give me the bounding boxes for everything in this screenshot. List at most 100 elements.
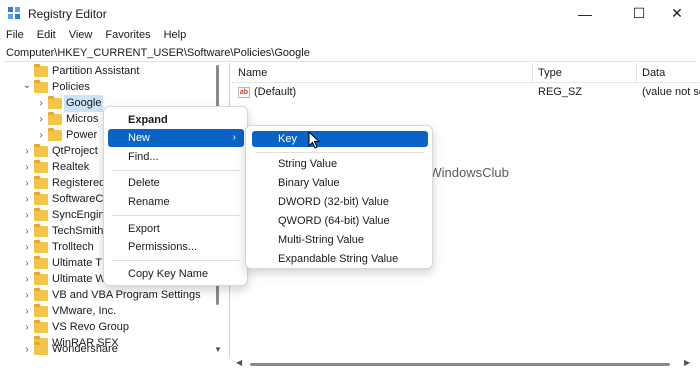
menu-item-new[interactable]: New › — [108, 129, 244, 147]
collapse-chevron-icon[interactable]: ⌄ — [22, 77, 32, 94]
menu-help[interactable]: Help — [164, 27, 195, 45]
expand-chevron-icon[interactable]: › — [36, 95, 46, 112]
tree-item-label: Policies — [52, 81, 90, 93]
expand-chevron-icon[interactable]: › — [22, 239, 32, 256]
tree-item-label: VB and VBA Program Settings — [52, 289, 201, 301]
scrollbar-thumb[interactable] — [250, 363, 670, 366]
expand-chevron-icon[interactable]: › — [22, 303, 32, 320]
value-row[interactable]: ab (Default) REG_SZ (value not se — [232, 84, 700, 101]
tree-item-label: QtProject — [52, 145, 98, 157]
scroll-left-arrow-icon[interactable]: ◀ — [236, 358, 242, 367]
menu-divider — [112, 215, 240, 216]
tree-item-label: SyncEngin — [52, 209, 105, 221]
menu-divider — [112, 170, 240, 171]
menu-favorites[interactable]: Favorites — [105, 27, 158, 45]
menu-item-copy-key-name[interactable]: Copy Key Name — [108, 265, 244, 283]
tree-item-label: Ultimate T — [52, 257, 102, 269]
mouse-pointer-icon — [308, 131, 321, 149]
expand-chevron-icon[interactable]: › — [22, 143, 32, 160]
tree-item-label: Realtek — [52, 161, 90, 173]
list-horizontal-scrollbar[interactable]: ◀ ▶ — [232, 357, 700, 371]
submenu-item-binary-value[interactable]: Binary Value — [252, 175, 428, 191]
folder-icon — [48, 128, 62, 141]
scroll-down-arrow-icon[interactable]: ▼ — [214, 345, 222, 354]
expand-chevron-icon[interactable]: › — [36, 127, 46, 144]
expand-chevron-icon[interactable]: › — [22, 159, 32, 176]
submenu-item-key[interactable]: Key — [252, 131, 428, 147]
tree-item-label: Registered — [52, 177, 106, 189]
tree-item[interactable]: Partition Assistant — [4, 63, 214, 80]
submenu-item-expandable-string-value[interactable]: Expandable String Value — [252, 251, 428, 267]
submenu-item-multi-string-value[interactable]: Multi-String Value — [252, 232, 428, 248]
folder-icon — [34, 80, 48, 93]
folder-icon — [48, 96, 62, 109]
folder-icon — [34, 304, 48, 317]
tree-item[interactable]: › VB and VBA Program Settings — [4, 287, 214, 304]
expand-chevron-icon[interactable]: › — [22, 223, 32, 240]
maximize-icon: ☐ — [632, 5, 646, 21]
tree-item-label: VS Revo Group — [52, 321, 130, 333]
folder-icon — [34, 160, 48, 173]
tree-item-label: Trolltech — [52, 241, 94, 253]
tree-item-label: Power — [66, 129, 98, 141]
column-header-data[interactable]: Data — [636, 63, 700, 83]
expand-chevron-icon[interactable]: › — [22, 207, 32, 224]
folder-icon — [34, 144, 48, 157]
folder-icon — [34, 208, 48, 221]
expand-chevron-icon[interactable]: › — [22, 191, 32, 208]
menu-item-permissions[interactable]: Permissions... — [108, 238, 244, 256]
expand-chevron-icon[interactable]: › — [22, 319, 32, 336]
menu-file[interactable]: File — [6, 27, 32, 45]
menu-item-expand[interactable]: Expand — [108, 111, 244, 129]
folder-icon — [34, 192, 48, 205]
tree-item-label: TechSmith — [52, 225, 104, 237]
folder-icon — [34, 320, 48, 333]
tree-item[interactable]: › VMware, Inc. — [4, 303, 214, 320]
menu-item-delete[interactable]: Delete — [108, 174, 244, 192]
menu-divider — [112, 260, 240, 261]
registry-editor-icon — [8, 7, 20, 19]
expand-chevron-icon[interactable]: › — [22, 255, 32, 272]
folder-icon — [34, 342, 48, 355]
tree-item[interactable]: › VS Revo Group — [4, 319, 214, 336]
folder-icon — [34, 240, 48, 253]
tree-item-label: Wondershare — [52, 343, 118, 355]
folder-icon — [34, 288, 48, 301]
expand-chevron-icon[interactable]: › — [36, 111, 46, 128]
expand-chevron-icon[interactable]: › — [22, 341, 32, 357]
folder-icon — [34, 64, 48, 77]
title-bar: Registry Editor — ☐ ✕ — [0, 0, 700, 27]
column-header-type[interactable]: Type — [532, 63, 636, 83]
tree-item[interactable]: ⌄ Policies — [4, 79, 214, 96]
expand-chevron-icon[interactable]: › — [22, 287, 32, 304]
submenu-item-dword-value[interactable]: DWORD (32-bit) Value — [252, 194, 428, 210]
menu-item-find[interactable]: Find... — [108, 148, 244, 166]
menu-item-rename[interactable]: Rename — [108, 193, 244, 211]
tree-horizontal-scrollbar[interactable] — [4, 357, 230, 371]
close-button[interactable]: ✕ — [654, 0, 700, 27]
tree-item-label: SoftwareC — [52, 193, 104, 205]
minimize-button[interactable]: — — [562, 0, 608, 27]
folder-icon — [34, 272, 48, 285]
tree-item[interactable]: › Wondershare — [4, 341, 214, 357]
submenu-item-qword-value[interactable]: QWORD (64-bit) Value — [252, 213, 428, 229]
window-title: Registry Editor — [28, 7, 107, 21]
menu-item-export[interactable]: Export — [108, 220, 244, 238]
address-bar[interactable]: Computer\HKEY_CURRENT_USER\Software\Poli… — [4, 46, 696, 62]
string-value-icon: ab — [238, 87, 250, 98]
scroll-right-arrow-icon[interactable]: ▶ — [684, 358, 690, 367]
menu-edit[interactable]: Edit — [37, 27, 64, 45]
tree-item-label: VMware, Inc. — [52, 305, 117, 317]
menu-view[interactable]: View — [69, 27, 101, 45]
context-menu: Expand New › Find... Delete Rename Expor… — [103, 106, 248, 286]
column-header-name[interactable]: Name — [232, 63, 532, 83]
submenu-item-string-value[interactable]: String Value — [252, 156, 428, 172]
expand-chevron-icon[interactable]: › — [22, 271, 32, 288]
expand-chevron-icon[interactable]: › — [22, 175, 32, 192]
list-header: Name Type Data — [232, 63, 700, 83]
tree-item-label: Google — [64, 95, 104, 112]
menu-item-new-label: New — [128, 132, 151, 144]
folder-icon — [34, 224, 48, 237]
new-submenu: Key String Value Binary Value DWORD (32-… — [245, 125, 433, 269]
folder-icon — [34, 256, 48, 269]
